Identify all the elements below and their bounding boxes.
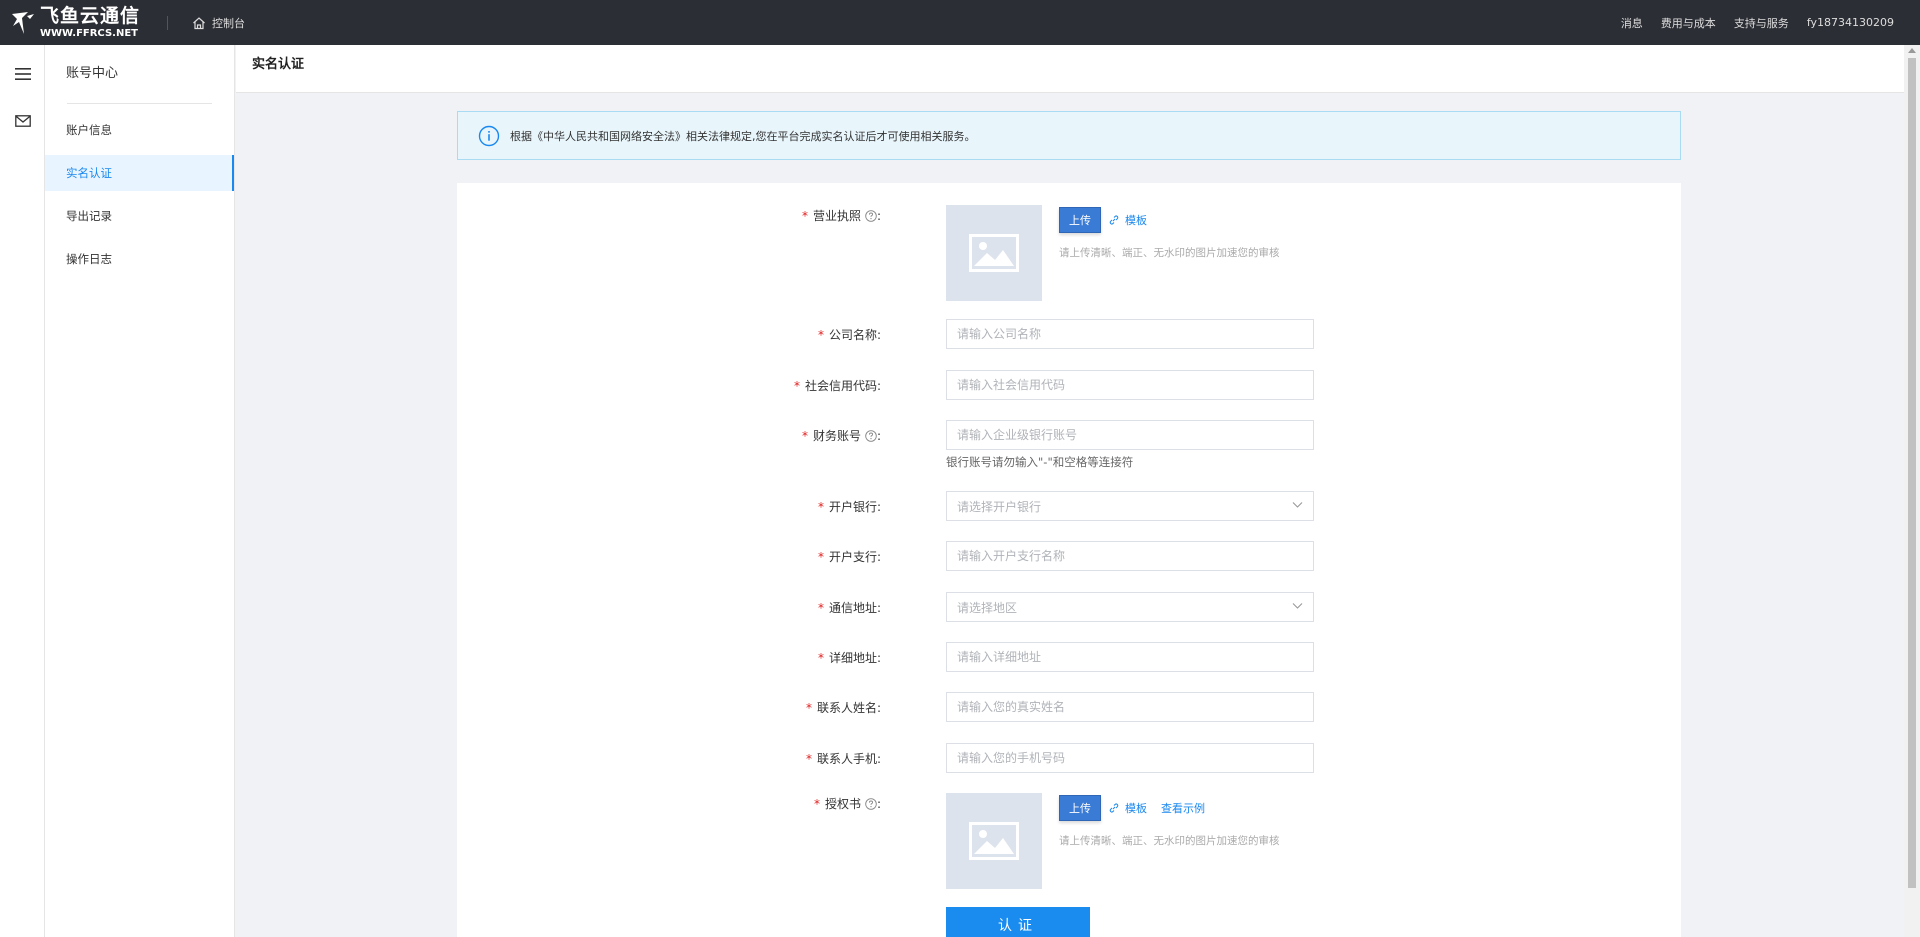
company-label: * 公司名称: [817,327,881,343]
hamburger-icon [14,67,31,80]
form-row-address: * 详细地址: [457,642,1681,672]
required-mark: * [817,650,824,665]
form-row-authorization: * 授权书 : 上传 模板 查看示例 请上传清晰、端正、无水印的图片加速您的审核 [457,793,1681,889]
chevron-down-icon [1292,603,1303,609]
view-example-link[interactable]: 查看示例 [1161,800,1205,816]
fish-logo-icon [12,11,34,34]
required-mark: * [817,327,824,342]
required-mark: * [801,208,808,223]
sidebar-item-operation-log[interactable]: 操作日志 [45,241,234,277]
logo-url: WWW.FFRCS.NET [40,27,138,39]
address-input[interactable] [946,642,1314,672]
license-upload-box[interactable] [946,205,1042,301]
license-label: * 营业执照 : [801,208,881,224]
help-icon[interactable] [865,429,877,442]
form-row-phone: * 联系人手机: [457,743,1681,773]
bank-label: * 开户银行: [817,499,881,515]
company-name-input[interactable] [946,319,1314,349]
link-icon [1109,215,1119,225]
address-label: * 详细地址: [817,650,881,666]
required-mark: * [817,549,824,564]
help-icon[interactable] [865,209,877,222]
form-row-company: * 公司名称: [457,319,1681,349]
sidebar-divider [67,103,212,104]
home-icon [193,16,205,29]
scrollbar[interactable] [1904,45,1920,937]
form-row-contact: * 联系人姓名: [457,692,1681,722]
required-mark: * [813,796,820,811]
license-upload-button[interactable]: 上传 [1059,207,1101,233]
branch-label: * 开户支行: [817,549,881,565]
icon-rail [0,45,45,937]
scroll-thumb[interactable] [1908,58,1916,888]
region-label: * 通信地址: [817,600,881,616]
console-label: 控制台 [212,16,245,30]
authorization-template-link[interactable]: 模板 [1109,800,1147,816]
authorization-label: * 授权书 : [813,796,881,812]
form-row-bank: * 开户银行: 请选择开户银行 [457,491,1681,521]
required-mark: * [801,428,808,443]
sidebar-item-verification[interactable]: 实名认证 [45,155,234,191]
authorization-upload-box[interactable] [946,793,1042,889]
link-icon [1109,803,1119,813]
contact-phone-label: * 联系人手机: [805,751,881,767]
logo-text: 飞鱼云通信 [40,4,141,27]
support-link[interactable]: 支持与服务 [1734,15,1789,31]
page-title: 实名认证 [252,57,305,72]
image-placeholder-icon [969,234,1019,272]
contact-name-input[interactable] [946,692,1314,722]
menu-toggle-button[interactable] [0,51,45,96]
bank-branch-input[interactable] [946,541,1314,571]
notice-banner: 根据《中华人民共和国网络安全法》相关法律规定,您在平台完成实名认证后才可使用相关… [457,111,1681,160]
license-template-link[interactable]: 模板 [1109,212,1147,228]
console-link[interactable]: 控制台 [192,15,245,31]
contact-phone-input[interactable] [946,743,1314,773]
chevron-down-icon [1292,502,1303,508]
sidebar-title: 账号中心 [66,66,119,81]
scroll-up-icon[interactable] [1908,48,1916,53]
verification-form: * 营业执照 : 上传 模板 请上传清晰、端正、无水印的图片加速您的审核 * 公… [457,183,1681,937]
form-row-license: * 营业执照 : 上传 模板 请上传清晰、端正、无水印的图片加速您的审核 [457,205,1681,301]
image-placeholder-icon [969,822,1019,860]
required-mark: * [805,700,812,715]
info-icon [478,125,500,146]
form-row-credit: * 社会信用代码: [457,370,1681,400]
form-row-branch: * 开户支行: [457,541,1681,571]
contact-name-label: * 联系人姓名: [805,700,881,716]
license-upload-hint: 请上传清晰、端正、无水印的图片加速您的审核 [1059,247,1280,259]
mail-button[interactable] [0,98,45,143]
submit-verification-button[interactable]: 认证 [946,907,1090,937]
billing-link[interactable]: 费用与成本 [1661,15,1716,31]
page-header: 实名认证 [236,45,1904,93]
sidebar-item-export-records[interactable]: 导出记录 [45,198,234,234]
required-mark: * [817,600,824,615]
notice-text: 根据《中华人民共和国网络安全法》相关法律规定,您在平台完成实名认证后才可使用相关… [510,129,976,143]
sidebar: 账号中心 账户信息 实名认证 导出记录 操作日志 [45,45,235,937]
sidebar-item-account-info[interactable]: 账户信息 [45,112,234,148]
required-mark: * [793,378,800,393]
authorization-upload-hint: 请上传清晰、端正、无水印的图片加速您的审核 [1059,835,1280,847]
bank-select[interactable]: 请选择开户银行 [946,491,1314,521]
required-mark: * [805,751,812,766]
authorization-upload-button[interactable]: 上传 [1059,795,1101,821]
divider [167,15,168,30]
required-mark: * [817,499,824,514]
credit-code-input[interactable] [946,370,1314,400]
mail-icon [14,114,31,127]
help-icon[interactable] [865,797,877,810]
logo[interactable]: 飞鱼云通信 WWW.FFRCS.NET [10,0,150,45]
form-row-account: * 财务账号 : 银行账号请勿输入"-"和空格等连接符 [457,420,1681,472]
region-select[interactable]: 请选择地区 [946,592,1314,622]
user-account[interactable]: fy18734130209 [1807,16,1894,29]
account-label: * 财务账号 : [801,428,881,444]
form-row-region: * 通信地址: 请选择地区 [457,592,1681,622]
messages-link[interactable]: 消息 [1621,15,1643,31]
top-bar: 飞鱼云通信 WWW.FFRCS.NET 控制台 消息 费用与成本 支持与服务 f… [0,0,1920,45]
credit-code-label: * 社会信用代码: [793,378,881,394]
bank-account-input[interactable] [946,420,1314,450]
account-hint: 银行账号请勿输入"-"和空格等连接符 [946,455,1134,469]
